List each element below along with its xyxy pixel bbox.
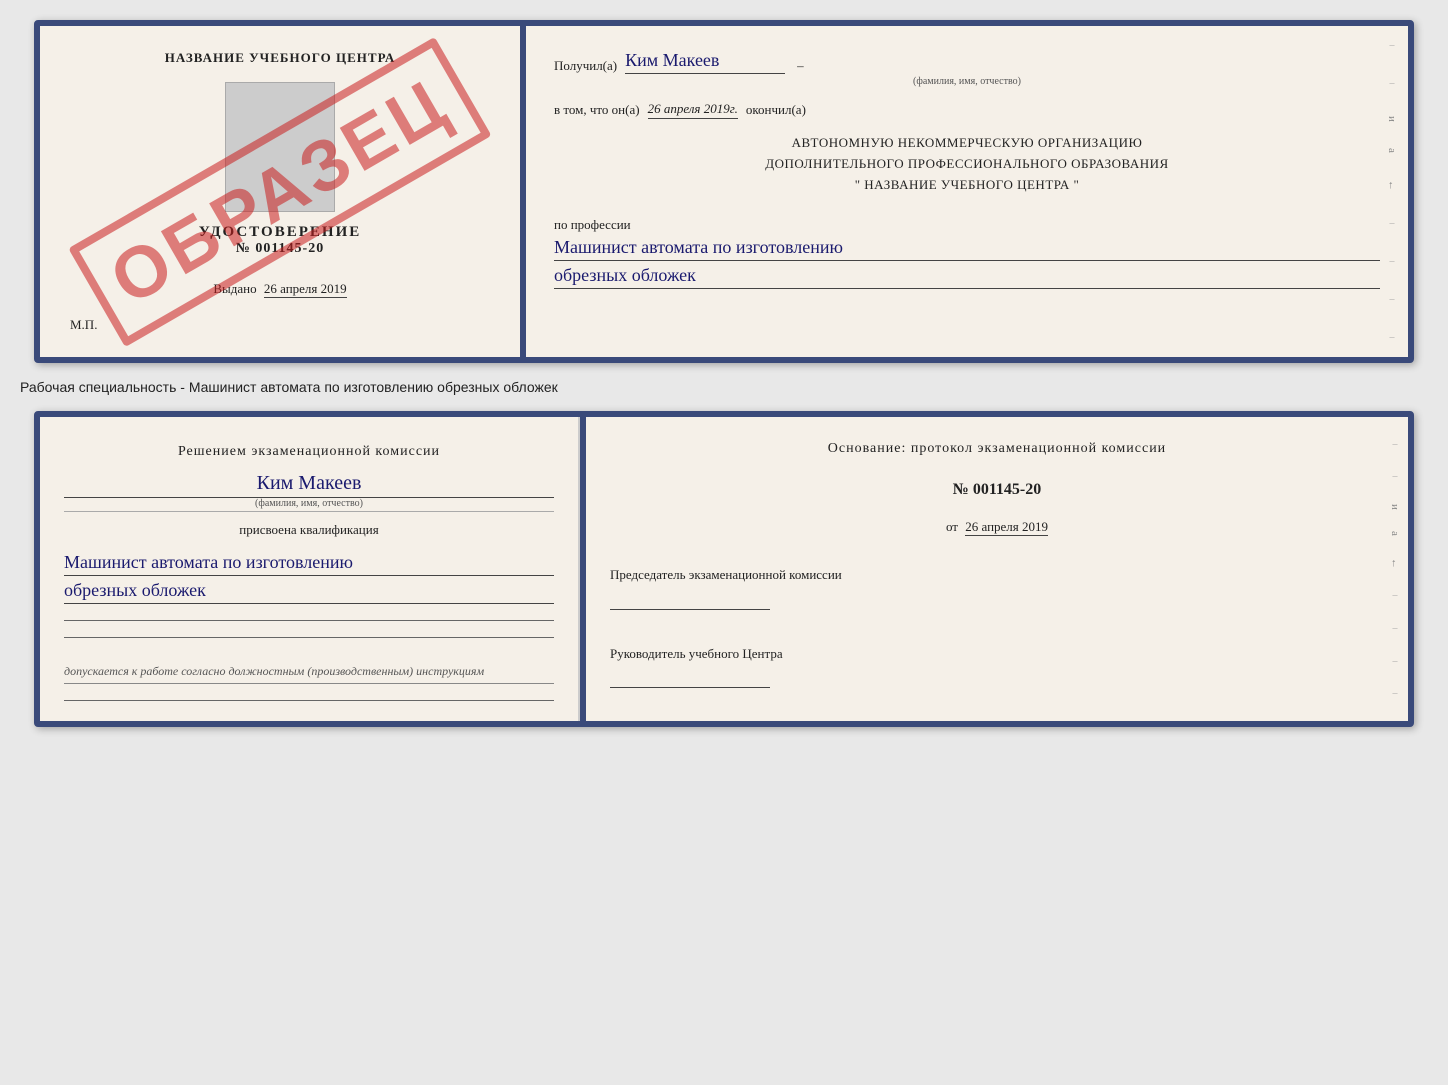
issued-date: 26 апреля 2019 — [264, 281, 347, 298]
assigned-label: присвоена квалификация — [64, 522, 554, 538]
protocol-date: от 26 апреля 2019 — [610, 519, 1384, 535]
basis-label: Основание: протокол экзаменационной коми… — [610, 441, 1384, 457]
commission-name-subtitle: (фамилия, имя, отчество) — [64, 498, 554, 512]
underline-1 — [64, 620, 554, 621]
received-dash: – — [797, 58, 804, 74]
bottom-document: Решением экзаменационной комиссии Ким Ма… — [34, 411, 1414, 727]
chairman-signature-line — [610, 609, 770, 610]
underline-2 — [64, 637, 554, 638]
top-doc-right-panel: Получил(а) Ким Макеев – (фамилия, имя, о… — [526, 26, 1408, 357]
qualification-block: Машинист автомата по изготовлению обрезн… — [64, 548, 554, 604]
margin-dash-1: – — [1390, 40, 1395, 51]
margin-mark-a: а — [1386, 148, 1398, 153]
margin-mark-i: и — [1386, 116, 1398, 122]
chairman-title: Председатель экзаменационной комиссии — [610, 565, 1384, 585]
cert-number: № 001145-20 — [199, 241, 362, 257]
bottom-doc-left: Решением экзаменационной комиссии Ким Ма… — [40, 417, 580, 721]
name-subtitle-top: (фамилия, имя, отчество) — [554, 76, 1380, 87]
director-block: Руководитель учебного Центра — [610, 644, 1384, 689]
b-margin-dash-1: – — [1393, 439, 1398, 450]
profession-value-line2: обрезных обложек — [554, 265, 1380, 289]
b-margin-dash-3: – — [1393, 590, 1398, 601]
top-doc-left-panel: НАЗВАНИЕ УЧЕБНОГО ЦЕНТРА УДОСТОВЕРЕНИЕ №… — [40, 26, 520, 357]
date-prefix: в том, что он(а) — [554, 102, 640, 118]
mp-label: М.П. — [70, 317, 97, 333]
b-margin-dash-2: – — [1393, 471, 1398, 482]
received-block: Получил(а) Ким Макеев – (фамилия, имя, о… — [554, 50, 1380, 87]
caption-line: Рабочая специальность - Машинист автомат… — [20, 379, 558, 395]
bottom-right-margin-marks: – – и а ← – – – – — [1386, 417, 1404, 721]
b-margin-arrow: ← — [1389, 558, 1401, 569]
margin-dash-2: – — [1390, 78, 1395, 89]
b-margin-dash-6: – — [1393, 688, 1398, 699]
qualification-line1: Машинист автомата по изготовлению — [64, 552, 554, 576]
org-line1: АВТОНОМНУЮ НЕКОММЕРЧЕСКУЮ ОРГАНИЗАЦИЮ — [554, 133, 1380, 154]
bottom-doc-right: Основание: протокол экзаменационной коми… — [586, 417, 1408, 721]
protocol-number: № 001145-20 — [610, 481, 1384, 499]
top-document: НАЗВАНИЕ УЧЕБНОГО ЦЕНТРА УДОСТОВЕРЕНИЕ №… — [34, 20, 1414, 363]
received-name: Ким Макеев — [625, 50, 785, 74]
director-title: Руководитель учебного Центра — [610, 644, 1384, 664]
underline-3 — [64, 700, 554, 701]
org-line2: ДОПОЛНИТЕЛЬНОГО ПРОФЕССИОНАЛЬНОГО ОБРАЗО… — [554, 154, 1380, 175]
date-suffix: окончил(а) — [746, 102, 806, 118]
cert-title-block: УДОСТОВЕРЕНИЕ № 001145-20 — [199, 224, 362, 257]
margin-dash-5: – — [1390, 294, 1395, 305]
received-label: Получил(а) — [554, 58, 617, 74]
margin-dash-3: – — [1390, 218, 1395, 229]
admission-text: допускается к работе согласно должностны… — [64, 664, 554, 684]
right-margin-marks: – – и а ← – – – – — [1384, 26, 1400, 357]
b-margin-dash-5: – — [1393, 656, 1398, 667]
issued-line: Выдано 26 апреля 2019 — [213, 281, 346, 297]
chairman-block: Председатель экзаменационной комиссии — [610, 565, 1384, 610]
photo-placeholder — [225, 82, 335, 212]
profession-value-line1: Машинист автомата по изготовлению — [554, 237, 1380, 261]
org-block: АВТОНОМНУЮ НЕКОММЕРЧЕСКУЮ ОРГАНИЗАЦИЮ ДО… — [554, 133, 1380, 195]
margin-mark-arrow: ← — [1386, 180, 1398, 191]
b-margin-i: и — [1389, 504, 1401, 510]
profession-block: по профессии Машинист автомата по изгото… — [554, 217, 1380, 289]
date-line: в том, что он(а) 26 апреля 2019г. окончи… — [554, 101, 1380, 119]
date-value: 26 апреля 2019г. — [648, 101, 738, 119]
margin-dash-4: – — [1390, 256, 1395, 267]
b-margin-a: а — [1389, 531, 1401, 536]
profession-label: по профессии — [554, 217, 631, 232]
cert-word: УДОСТОВЕРЕНИЕ — [199, 224, 362, 241]
b-margin-dash-4: – — [1393, 623, 1398, 634]
margin-dash-6: – — [1390, 332, 1395, 343]
org-line3: " НАЗВАНИЕ УЧЕБНОГО ЦЕНТРА " — [554, 175, 1380, 196]
commission-title: Решением экзаменационной комиссии — [64, 441, 554, 462]
issued-label: Выдано — [213, 281, 256, 296]
qualification-line2: обрезных обложек — [64, 580, 554, 604]
protocol-date-value: 26 апреля 2019 — [965, 519, 1048, 536]
protocol-date-prefix: от — [946, 519, 958, 534]
commission-name: Ким Макеев — [64, 472, 554, 498]
school-name-left: НАЗВАНИЕ УЧЕБНОГО ЦЕНТРА — [165, 50, 396, 66]
director-signature-line — [610, 687, 770, 688]
